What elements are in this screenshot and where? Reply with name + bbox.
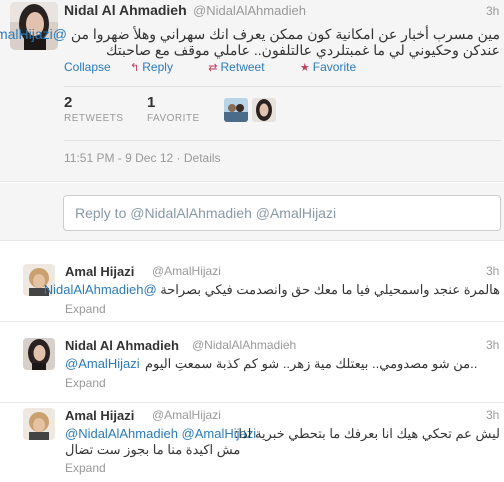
collapse-link[interactable]: Collapse — [64, 60, 111, 74]
tweet-actions: Collapse ↰ Reply ⇄ Retweet ★ Favorite — [64, 60, 388, 74]
stats-divider-top — [64, 86, 501, 87]
reply-time[interactable]: 3h — [486, 264, 499, 278]
mention-link[interactable]: @NidalAlAhmadieh — [44, 282, 157, 297]
favorites-count[interactable]: 1 — [147, 94, 155, 111]
retweet-button[interactable]: ⇄ Retweet — [208, 60, 280, 74]
mention-link[interactable]: @AmalHijazi — [0, 26, 67, 42]
reply-body-line-1: ليش عم تحكي هيك انا بعرفك ما بتحطي خبرية… — [234, 426, 500, 441]
tweet-time[interactable]: 3h — [486, 4, 499, 18]
reply-body: ..من شو مصدومي.. بيعتلك مية زهر.. شو كم … — [145, 356, 478, 371]
timestamp-line: 11:51 PM - 9 Dec 12 · Details — [64, 151, 221, 165]
author-handle[interactable]: @NidalAlAhmadieh — [193, 3, 306, 18]
reply-author-name[interactable]: Amal Hijazi — [65, 408, 134, 423]
tweet-text-line-1: مين مسرب أخبار عن امكانية كون ممكن يعرف … — [0, 26, 500, 42]
expand-link[interactable]: Expand — [65, 461, 106, 475]
reply-text: هالمرة عنجد واسمحيلي فيا ما معك حق وانصد… — [44, 282, 500, 298]
retweeter-avatar[interactable] — [224, 98, 248, 122]
separator-dot: · — [176, 151, 184, 165]
reply-time[interactable]: 3h — [486, 338, 499, 352]
expand-link[interactable]: Expand — [65, 302, 106, 316]
reply-author-avatar[interactable] — [23, 408, 55, 440]
author-name[interactable]: Nidal Al Ahmadieh — [64, 2, 187, 18]
reply-button[interactable]: ↰ Reply — [130, 60, 189, 74]
tweet-body-line-1: مين مسرب أخبار عن امكانية كون ممكن يعرف … — [70, 26, 500, 42]
reply-author-name[interactable]: Nidal Al Ahmadieh — [65, 338, 179, 353]
retweet-icon: ⇄ — [208, 62, 218, 74]
reply-arrow-icon: ↰ — [130, 62, 140, 74]
stats-divider-bottom — [64, 140, 501, 141]
reply-author-handle[interactable]: @AmalHijazi — [152, 408, 221, 422]
reply-author-name[interactable]: Amal Hijazi — [65, 264, 134, 279]
reply-tweet[interactable]: Nidal Al Ahmadieh @NidalAlAhmadieh 3h @A… — [0, 323, 504, 403]
reply-time[interactable]: 3h — [486, 408, 499, 422]
reply-label: Reply — [142, 60, 173, 74]
favorites-label[interactable]: FAVORITE — [147, 113, 200, 124]
reply-tweet[interactable]: Amal Hijazi @AmalHijazi 3h هالمرة عنجد و… — [0, 242, 504, 322]
favorite-button[interactable]: ★ Favorite — [300, 60, 372, 74]
reply-author-handle[interactable]: @AmalHijazi — [152, 264, 221, 278]
tweet-text-line-2: عندكن وحكيوني لي ما غمبتلردي عالتلفون.. … — [105, 42, 500, 58]
expand-link[interactable]: Expand — [65, 376, 106, 390]
mention-link[interactable]: @NidalAlAhmadieh @AmalHijazi — [65, 426, 256, 441]
retweets-label[interactable]: RETWEETS — [64, 113, 124, 124]
details-link[interactable]: Details — [184, 151, 221, 165]
reply-text: @AmalHijazi — [65, 356, 140, 372]
retweet-label: Retweet — [220, 60, 265, 74]
reply-input[interactable]: Reply to @NidalAlAhmadieh @AmalHijazi — [63, 195, 501, 231]
reply-body: هالمرة عنجد واسمحيلي فيا ما معك حق وانصد… — [160, 282, 500, 297]
expanded-tweet: Nidal Al Ahmadieh @NidalAlAhmadieh 3h مي… — [0, 0, 504, 182]
reply-box-area: Reply to @NidalAlAhmadieh @AmalHijazi — [0, 183, 504, 241]
retweets-count[interactable]: 2 — [64, 94, 72, 111]
reply-tweet[interactable]: Amal Hijazi @AmalHijazi 3h @NidalAlAhmad… — [0, 404, 504, 482]
mention-link[interactable]: @AmalHijazi — [65, 356, 140, 371]
favoriter-avatar[interactable] — [252, 98, 276, 122]
reply-mentions: @NidalAlAhmadieh @AmalHijazi — [65, 426, 256, 442]
reply-author-handle[interactable]: @NidalAlAhmadieh — [192, 338, 296, 352]
full-timestamp[interactable]: 11:51 PM - 9 Dec 12 — [64, 151, 173, 165]
reply-body-line-2: مش اكيدة منا ما بجوز ست تضال — [65, 442, 241, 457]
favorite-label: Favorite — [312, 60, 357, 74]
star-icon: ★ — [299, 62, 310, 74]
reply-author-avatar[interactable] — [23, 338, 55, 370]
